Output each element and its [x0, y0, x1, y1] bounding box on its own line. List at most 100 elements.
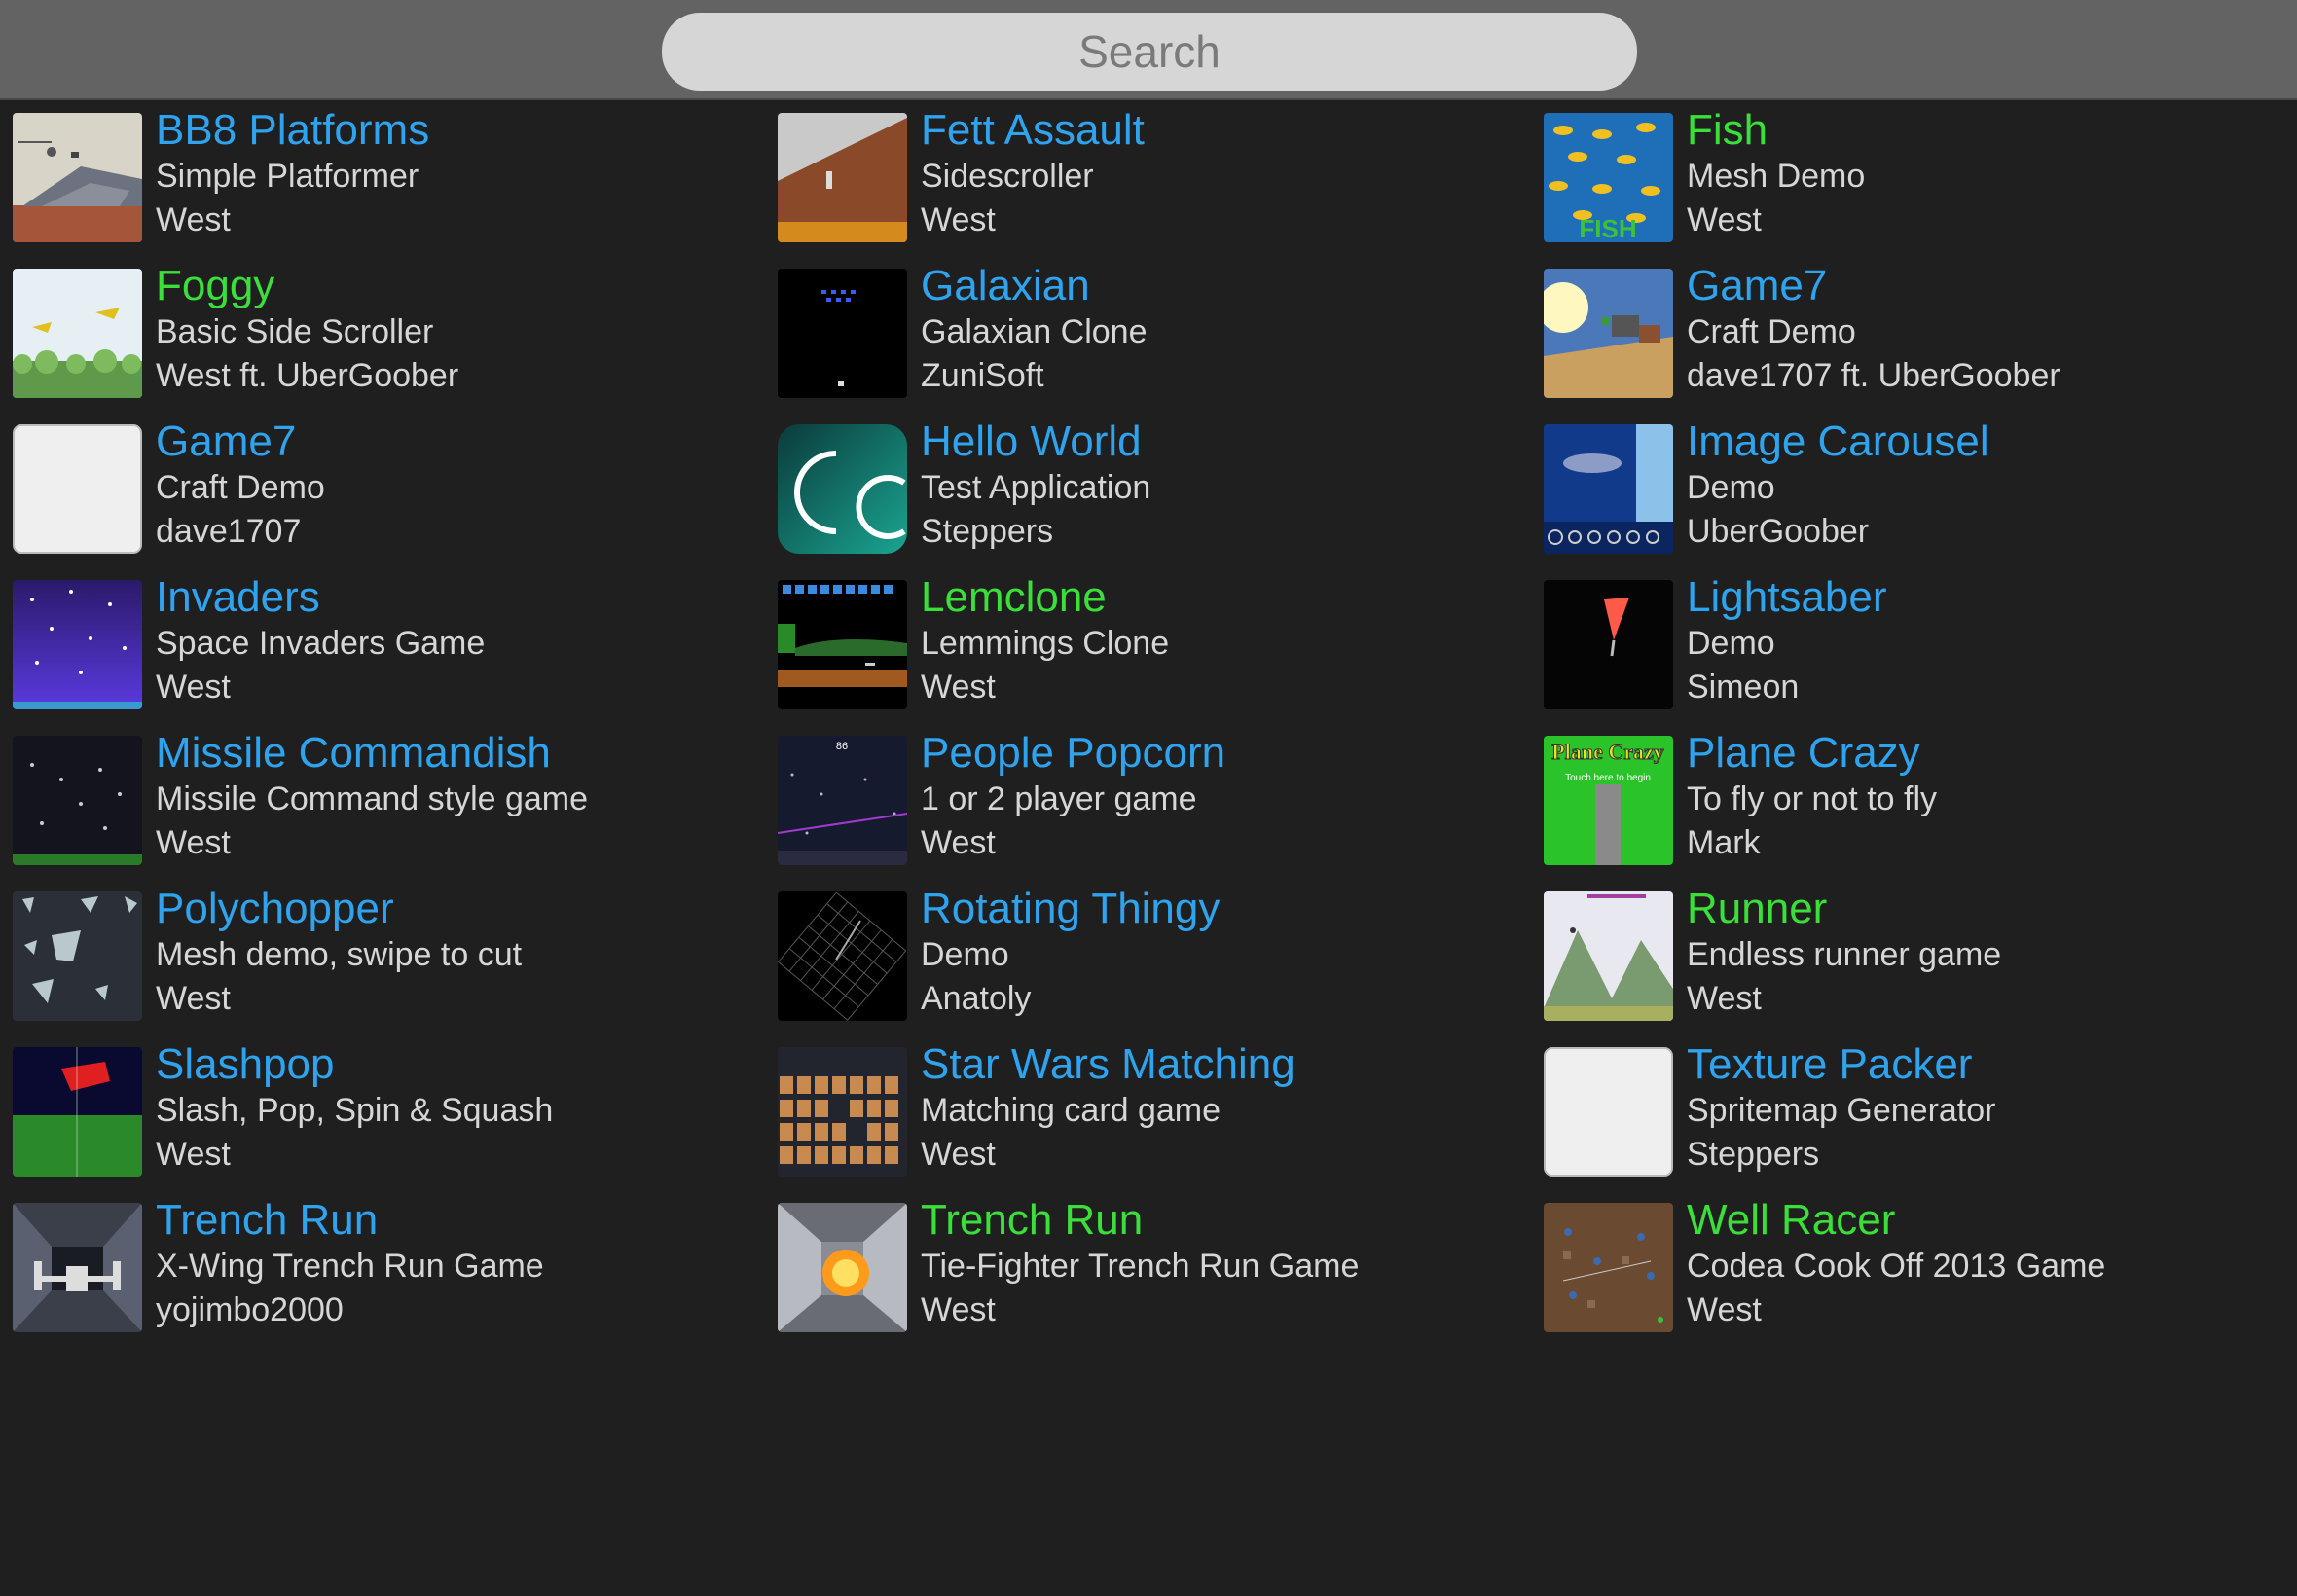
project-author: West: [921, 669, 996, 706]
xwing-trench-run-thumbnail: [13, 1203, 142, 1332]
project-item[interactable]: Polychopper Mesh demo, swipe to cut West: [0, 879, 740, 1021]
lemclone-thumbnail: [778, 580, 907, 709]
project-title: Fish: [1687, 106, 1768, 154]
project-title: Rotating Thingy: [921, 885, 1221, 932]
project-subtitle: Craft Demo: [1687, 313, 1856, 350]
project-subtitle: Space Invaders Game: [156, 625, 486, 662]
project-title: Game7: [1687, 262, 1828, 309]
project-title: Polychopper: [156, 885, 394, 932]
project-author: West: [156, 824, 231, 861]
project-title: Foggy: [156, 262, 275, 309]
project-item[interactable]: Image Carousel Demo UberGoober: [1531, 412, 2271, 554]
project-author: West: [156, 669, 231, 706]
foggy-thumbnail: [13, 269, 142, 398]
project-title: Star Wars Matching: [921, 1040, 1295, 1088]
project-title: Missile Commandish: [156, 729, 551, 777]
runner-thumbnail: [1544, 891, 1673, 1021]
project-author: Mark: [1687, 824, 1761, 861]
project-item[interactable]: Lightsaber Demo Simeon: [1531, 567, 2271, 709]
image-carousel-thumbnail: [1544, 424, 1673, 554]
project-subtitle: Missile Command style game: [156, 780, 589, 817]
project-subtitle: Matching card game: [921, 1092, 1221, 1129]
project-author: yojimbo2000: [156, 1291, 344, 1328]
project-item[interactable]: Texture Packer Spritemap Generator Stepp…: [1531, 1034, 2271, 1177]
project-title: Game7: [156, 417, 297, 465]
project-author: West: [1687, 201, 1762, 238]
project-title: Galaxian: [921, 262, 1090, 309]
project-item[interactable]: Trench Run X-Wing Trench Run Game yojimb…: [0, 1190, 740, 1332]
project-author: West ft. UberGoober: [156, 357, 459, 394]
project-subtitle: Endless runner game: [1687, 936, 2002, 973]
project-item[interactable]: FISH Fish Mesh Demo West: [1531, 100, 2271, 242]
project-author: dave1707: [156, 513, 302, 550]
search-input[interactable]: [662, 13, 1637, 91]
project-title: Runner: [1687, 885, 1828, 932]
project-title: People Popcorn: [921, 729, 1226, 777]
polychopper-thumbnail: [13, 891, 142, 1021]
project-subtitle: Galaxian Clone: [921, 313, 1148, 350]
project-author: West: [156, 201, 231, 238]
project-author: ZuniSoft: [921, 357, 1044, 394]
project-subtitle: Lemmings Clone: [921, 625, 1170, 662]
project-author: West: [921, 824, 996, 861]
project-item[interactable]: Hello World Test Application Steppers: [765, 412, 1505, 554]
project-item[interactable]: Plane Crazy Touch here to begin Plane Cr…: [1531, 723, 2271, 865]
project-item[interactable]: Well Racer Codea Cook Off 2013 Game West: [1531, 1190, 2271, 1332]
project-item[interactable]: Invaders Space Invaders Game West: [0, 567, 740, 709]
project-author: West: [1687, 980, 1762, 1017]
project-item[interactable]: Game7 Craft Demo dave1707 ft. UberGoober: [1531, 256, 2271, 398]
project-item[interactable]: Lemclone Lemmings Clone West: [765, 567, 1505, 709]
project-title: Trench Run: [156, 1196, 379, 1244]
project-author: West: [156, 980, 231, 1017]
project-author: dave1707 ft. UberGoober: [1687, 357, 2060, 394]
project-author: West: [921, 1291, 996, 1328]
project-subtitle: Demo: [921, 936, 1009, 973]
project-item[interactable]: Galaxian Galaxian Clone ZuniSoft: [765, 256, 1505, 398]
galaxian-thumbnail: [778, 269, 907, 398]
project-item[interactable]: Game7 Craft Demo dave1707: [0, 412, 740, 554]
project-subtitle: Craft Demo: [156, 469, 325, 506]
project-item[interactable]: Rotating Thingy Demo Anatoly: [765, 879, 1505, 1021]
project-author: West: [921, 1136, 996, 1173]
invaders-thumbnail: [13, 580, 142, 709]
project-item[interactable]: Slashpop Slash, Pop, Spin & Squash West: [0, 1034, 740, 1177]
plane-crazy-thumbnail: Plane Crazy Touch here to begin: [1544, 736, 1673, 865]
project-item[interactable]: 86 People Popcorn 1 or 2 player game Wes…: [765, 723, 1505, 865]
project-subtitle: To fly or not to fly: [1687, 780, 1937, 817]
project-title: Trench Run: [921, 1196, 1144, 1244]
project-title: Slashpop: [156, 1040, 335, 1088]
project-subtitle: Simple Platformer: [156, 158, 419, 195]
project-item[interactable]: Runner Endless runner game West: [1531, 879, 2271, 1021]
fett-assault-thumbnail: [778, 113, 907, 242]
slashpop-thumbnail: [13, 1047, 142, 1177]
project-subtitle: Mesh demo, swipe to cut: [156, 936, 523, 973]
project-author: West: [921, 201, 996, 238]
star-wars-matching-thumbnail: [778, 1047, 907, 1177]
project-subtitle: Demo: [1687, 469, 1775, 506]
people-popcorn-thumbnail: 86: [778, 736, 907, 865]
project-author: Simeon: [1687, 669, 1800, 706]
top-bar: [0, 0, 2297, 100]
project-subtitle: X-Wing Trench Run Game: [156, 1248, 544, 1285]
missile-commandish-thumbnail: [13, 736, 142, 865]
project-item[interactable]: Star Wars Matching Matching card game We…: [765, 1034, 1505, 1177]
plane-crazy-logo-text: Plane Crazy: [1551, 740, 1663, 764]
project-item[interactable]: Fett Assault Sidescroller West: [765, 100, 1505, 242]
bb8-platforms-thumbnail: [13, 113, 142, 242]
project-author: Steppers: [921, 513, 1054, 550]
project-subtitle: Tie-Fighter Trench Run Game: [921, 1248, 1360, 1285]
project-item[interactable]: Missile Commandish Missile Command style…: [0, 723, 740, 865]
project-item[interactable]: Trench Run Tie-Fighter Trench Run Game W…: [765, 1190, 1505, 1332]
project-subtitle: Codea Cook Off 2013 Game: [1687, 1248, 2106, 1285]
project-subtitle: Test Application: [921, 469, 1151, 506]
project-title: Fett Assault: [921, 106, 1145, 154]
plane-crazy-tagline: Touch here to begin: [1565, 773, 1651, 783]
codea-logo-thumbnail: [778, 424, 907, 554]
fish-word-text: FISH: [1579, 214, 1636, 242]
project-title: Lemclone: [921, 573, 1107, 621]
project-item[interactable]: Foggy Basic Side Scroller West ft. UberG…: [0, 256, 740, 398]
project-title: Plane Crazy: [1687, 729, 1920, 777]
project-subtitle: Spritemap Generator: [1687, 1092, 1996, 1129]
project-item[interactable]: BB8 Platforms Simple Platformer West: [0, 100, 740, 242]
project-author: UberGoober: [1687, 513, 1870, 550]
